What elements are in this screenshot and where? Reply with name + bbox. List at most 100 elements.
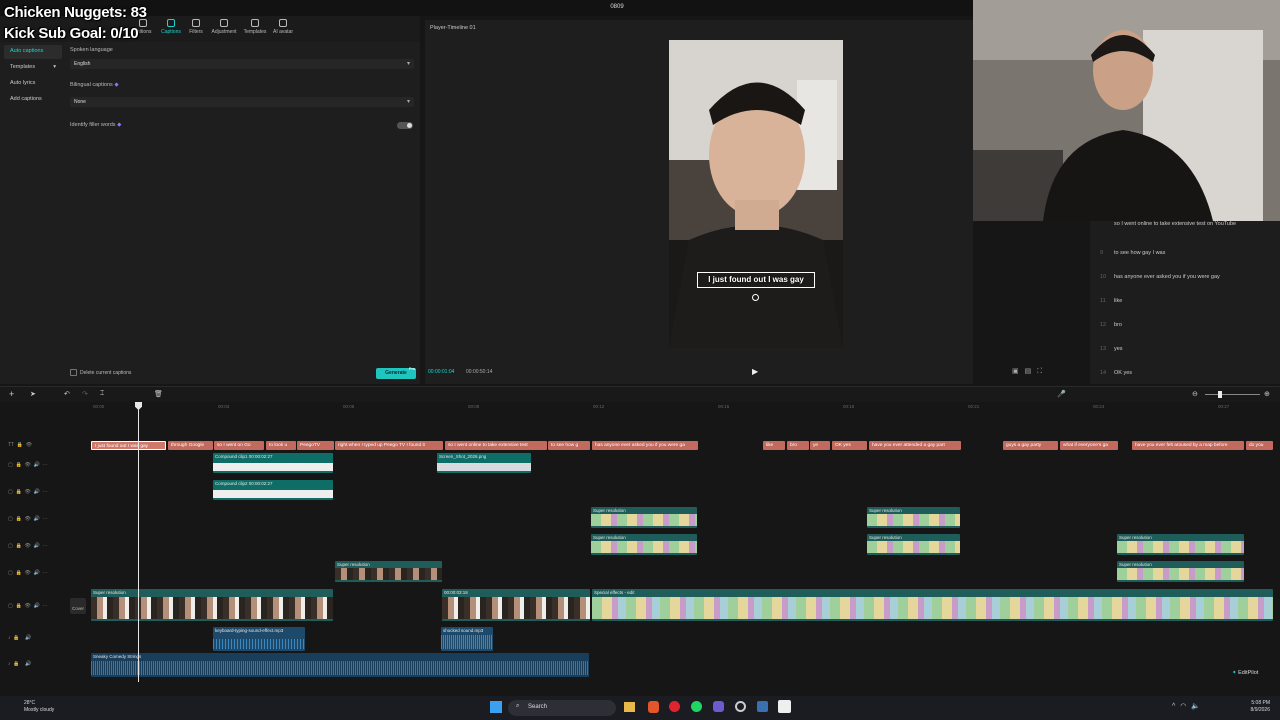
caption-clip[interactable]: has anyone ever asked you if you were ga <box>592 441 698 450</box>
track-controls-main[interactable]: ▢ 🔒 👁 🔊 ⋯ <box>8 603 68 609</box>
split-icon[interactable]: ⌶ <box>100 390 104 398</box>
rotate-handle-icon[interactable] <box>752 294 759 301</box>
editpilot-button[interactable]: ✦ EditPilot <box>1232 670 1258 676</box>
video-clip[interactable]: Super resolution <box>591 534 697 555</box>
nav-add-captions[interactable]: Add captions <box>4 93 62 107</box>
caption-clip[interactable]: bro <box>787 441 809 450</box>
windows-start-icon[interactable] <box>490 701 502 713</box>
discord-icon[interactable] <box>713 701 724 712</box>
select-tool-icon[interactable]: ➤ <box>30 390 36 398</box>
zoom-out-icon[interactable]: ⊖ <box>1192 390 1198 398</box>
avatar-icon <box>279 19 287 27</box>
track-controls-overlay-4[interactable]: ▢ 🔒 👁 🔊 ⋯ <box>8 543 68 549</box>
music-clip[interactable]: Sneaky Comedy Strings <box>91 653 589 677</box>
microphone-icon[interactable]: 🎤 <box>1057 390 1066 398</box>
track-controls-overlay-1[interactable]: ▢ 🔒 👁 🔊 ⋯ <box>8 462 68 468</box>
ruler-tick: 00:27 <box>1218 404 1230 409</box>
file-explorer-icon[interactable] <box>624 702 635 712</box>
nav-auto-captions[interactable]: Auto captions <box>4 45 62 59</box>
tab-filters[interactable]: Filters <box>181 19 211 35</box>
caption-clip[interactable]: guys a gay party <box>1003 441 1058 450</box>
track-controls-overlay-5[interactable]: ▢ 🔒 👁 🔊 ⋯ <box>8 570 68 576</box>
track-controls-captions[interactable]: TT 🔒 👁 <box>8 442 68 448</box>
play-icon[interactable]: ▶ <box>752 367 758 376</box>
wifi-icon: ◠ <box>1180 703 1192 710</box>
add-icon[interactable]: + <box>9 389 14 399</box>
caption-clip[interactable]: I just found out I was gay <box>91 441 166 450</box>
system-tray[interactable]: ^◠🔈 <box>1172 702 1205 710</box>
video-clip[interactable]: Super resolution <box>867 534 960 555</box>
caption-clip[interactable]: PeegoTV <box>297 441 334 450</box>
video-preview[interactable] <box>669 40 843 348</box>
caption-clip[interactable]: to look u <box>266 441 296 450</box>
sub-goal-counter: Kick Sub Goal: 0/10 <box>4 25 139 42</box>
image-clip[interactable]: Screen_Shot_2026.png <box>437 453 531 473</box>
zoom-slider-handle[interactable] <box>1218 391 1222 398</box>
nav-auto-lyrics[interactable]: Auto lyrics <box>4 77 62 91</box>
ruler-tick: 00:15 <box>718 404 730 409</box>
video-clip[interactable]: Super resolution <box>1117 534 1244 555</box>
main-video-clip[interactable]: Special effects - edit <box>592 589 1273 621</box>
captions-icon <box>167 19 175 27</box>
filler-words-toggle[interactable] <box>397 122 413 129</box>
capcut-icon[interactable] <box>778 700 791 713</box>
delete-icon[interactable]: 🗑 <box>154 390 163 398</box>
weather-widget[interactable]: 28°C Mostly cloudy <box>24 700 54 714</box>
zoom-slider[interactable] <box>1205 394 1260 395</box>
video-clip[interactable]: Super resolution <box>1117 561 1244 582</box>
cover-button[interactable]: Cover <box>70 598 86 614</box>
spotify-icon[interactable] <box>691 701 702 712</box>
caption-clip[interactable]: right when I typed up Peego TV I found i… <box>335 441 443 450</box>
generate-button[interactable]: Generate Pro <box>376 367 416 379</box>
caption-overlay[interactable]: I just found out I was gay <box>697 272 815 288</box>
tab-templates[interactable]: Templates <box>240 19 270 35</box>
total-time: 00:00:50:14 <box>466 369 493 375</box>
caption-clip[interactable]: to see how g <box>548 441 590 450</box>
brave-icon[interactable] <box>648 701 659 713</box>
compound-clip[interactable]: Compound clip1 00:00:02:27 <box>213 453 333 473</box>
ratio-icon[interactable]: ▣ <box>1012 368 1025 375</box>
caption-clip[interactable]: OK yes <box>832 441 867 450</box>
steam-icon[interactable] <box>757 701 768 712</box>
fullscreen-icon[interactable]: ⛶ <box>1037 368 1048 375</box>
track-controls-audio-2[interactable]: ♪ 🔒 🔊 <box>8 661 68 667</box>
playhead[interactable] <box>138 404 139 682</box>
track-controls-audio-1[interactable]: ♪ 🔒 🔊 <box>8 635 68 641</box>
caption-clip[interactable]: so I went online to take extensive test <box>445 441 547 450</box>
redo-icon[interactable]: ↷ <box>82 390 88 398</box>
video-clip[interactable]: Super resolution <box>867 507 960 528</box>
caption-clip[interactable]: have you ever attended a gay part <box>869 441 961 450</box>
tab-ai-avatar[interactable]: AI avatar <box>268 19 298 35</box>
taskbar-search[interactable]: ⌕ Search <box>508 700 616 716</box>
delete-captions-checkbox[interactable] <box>70 369 77 376</box>
zoom-in-icon[interactable]: ⊕ <box>1264 390 1270 398</box>
video-clip[interactable]: Super resolution <box>591 507 697 528</box>
spoken-language-select[interactable]: English ▾ <box>70 59 414 69</box>
main-video-clip[interactable]: 00:00:03:18 <box>442 589 590 621</box>
audio-clip[interactable]: keyboard-typing-sound-effect.mp3 <box>213 627 305 651</box>
bilingual-select[interactable]: None ▾ <box>70 97 414 107</box>
audio-clip[interactable]: shocked sound.mp3 <box>441 627 493 651</box>
nav-templates[interactable]: Templates ▾ <box>4 61 62 75</box>
obs-icon[interactable] <box>735 701 746 712</box>
caption-clip[interactable]: so I went on Go <box>214 441 264 450</box>
track-controls-overlay-3[interactable]: ▢ 🔒 👁 🔊 ⋯ <box>8 516 68 522</box>
main-video-clip[interactable]: Super resolution <box>91 589 333 621</box>
ruler-tick: 00:12 <box>593 404 605 409</box>
caption-clip[interactable]: like <box>763 441 785 450</box>
video-clip[interactable]: Super resolution <box>335 561 442 582</box>
tab-adjustment[interactable]: Adjustment <box>209 19 239 35</box>
track-controls-overlay-2[interactable]: ▢ 🔒 👁 🔊 ⋯ <box>8 489 68 495</box>
safe-area-icon[interactable]: ▤ <box>1025 368 1038 375</box>
caption-clip[interactable]: what if everyone's ga <box>1060 441 1118 450</box>
ruler-tick: 00:18 <box>843 404 855 409</box>
caption-clip[interactable]: have you ever felt aroused by a map befo… <box>1132 441 1244 450</box>
delete-captions-label: Delete current captions <box>80 370 132 376</box>
caption-clip[interactable]: ye <box>810 441 830 450</box>
opera-icon[interactable] <box>669 701 680 712</box>
caption-clip[interactable]: do you <box>1246 441 1273 450</box>
clock[interactable]: 5:08 PM 8/9/2026 <box>1240 700 1270 714</box>
caption-clip[interactable]: through Google <box>168 441 213 450</box>
undo-icon[interactable]: ↶ <box>64 390 70 398</box>
compound-clip[interactable]: Compound clip2 00:00:02:27 <box>213 480 333 500</box>
